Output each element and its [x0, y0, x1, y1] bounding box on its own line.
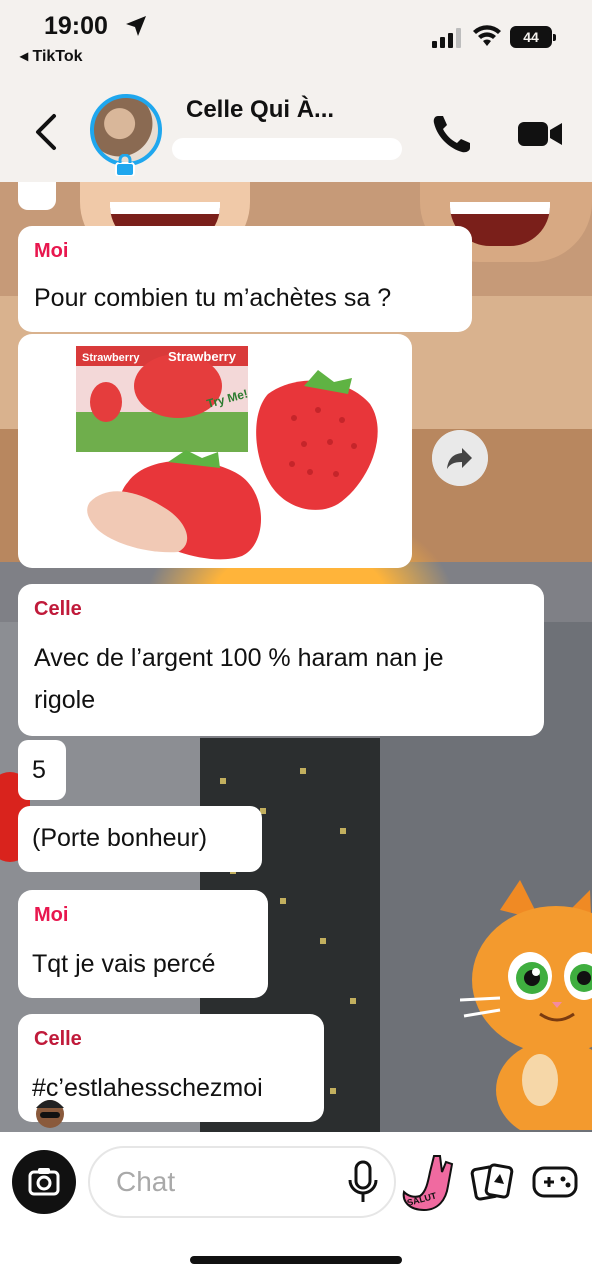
previous-message-stub — [18, 182, 56, 210]
back-to-app-link[interactable]: ◂ TikTok — [20, 46, 83, 66]
game-controller-icon[interactable] — [532, 1162, 578, 1202]
video-call-icon[interactable] — [518, 118, 564, 150]
contact-name[interactable]: Celle Qui À... — [186, 96, 334, 124]
camera-button[interactable] — [12, 1150, 76, 1214]
message-bubble-3[interactable]: 5 — [18, 740, 66, 800]
message-bubble-4[interactable]: (Porte bonheur) — [18, 806, 262, 872]
cards-icon[interactable] — [470, 1162, 516, 1202]
share-arrow-icon[interactable] — [432, 430, 488, 486]
back-chevron-icon[interactable] — [30, 112, 62, 152]
salut-wave-sticker-button[interactable]: SALUT — [400, 1152, 460, 1216]
battery-indicator: 44 — [510, 26, 556, 48]
wifi-icon — [473, 25, 501, 46]
message-text-line-2: rigole — [34, 686, 96, 714]
bitmoji-avatar — [36, 1100, 64, 1128]
phone-call-icon[interactable] — [430, 112, 474, 156]
message-text-line-1: Avec de l’argent 100 % haram nan je — [34, 644, 444, 672]
message-bubble-1[interactable]: Moi Pour combien tu m’achètes sa ? — [18, 226, 472, 332]
cellular-signal-icon — [432, 28, 461, 48]
shared-image-strawberry-squishy[interactable]: Strawberry Strawberry Try Me! — [18, 334, 412, 568]
message-sender: Moi — [34, 904, 69, 926]
message-text: Pour combien tu m’achètes sa ? — [34, 284, 392, 312]
location-arrow-icon — [126, 16, 146, 36]
message-bubble-5[interactable]: Moi Tqt je vais percé — [18, 890, 268, 998]
message-sender: Moi — [34, 240, 69, 262]
lock-icon — [115, 154, 135, 176]
chat-header: Celle Qui À... — [0, 72, 592, 182]
message-text: Tqt je vais percé — [32, 950, 216, 978]
message-sender: Celle — [34, 598, 82, 620]
box-label-2: Strawberry — [168, 349, 237, 364]
composer-bar: SALUT — [0, 1132, 592, 1280]
home-indicator[interactable] — [190, 1256, 402, 1264]
microphone-icon[interactable] — [346, 1160, 380, 1204]
cat-sticker — [460, 880, 592, 1130]
message-sender: Celle — [34, 1028, 82, 1050]
box-label-1: Strawberry — [82, 352, 140, 364]
message-bubble-2[interactable]: Celle Avec de l’argent 100 % haram nan j… — [18, 584, 544, 736]
status-time: 19:00 — [44, 12, 108, 40]
camera-icon — [28, 1168, 60, 1196]
strawberry-product-image: Strawberry Strawberry Try Me! — [76, 346, 378, 560]
redacted-subtitle — [172, 138, 402, 160]
message-text: (Porte bonheur) — [32, 824, 208, 852]
status-bar: 19:00 ◂ TikTok 44 — [0, 0, 592, 72]
message-text: 5 — [32, 756, 46, 784]
